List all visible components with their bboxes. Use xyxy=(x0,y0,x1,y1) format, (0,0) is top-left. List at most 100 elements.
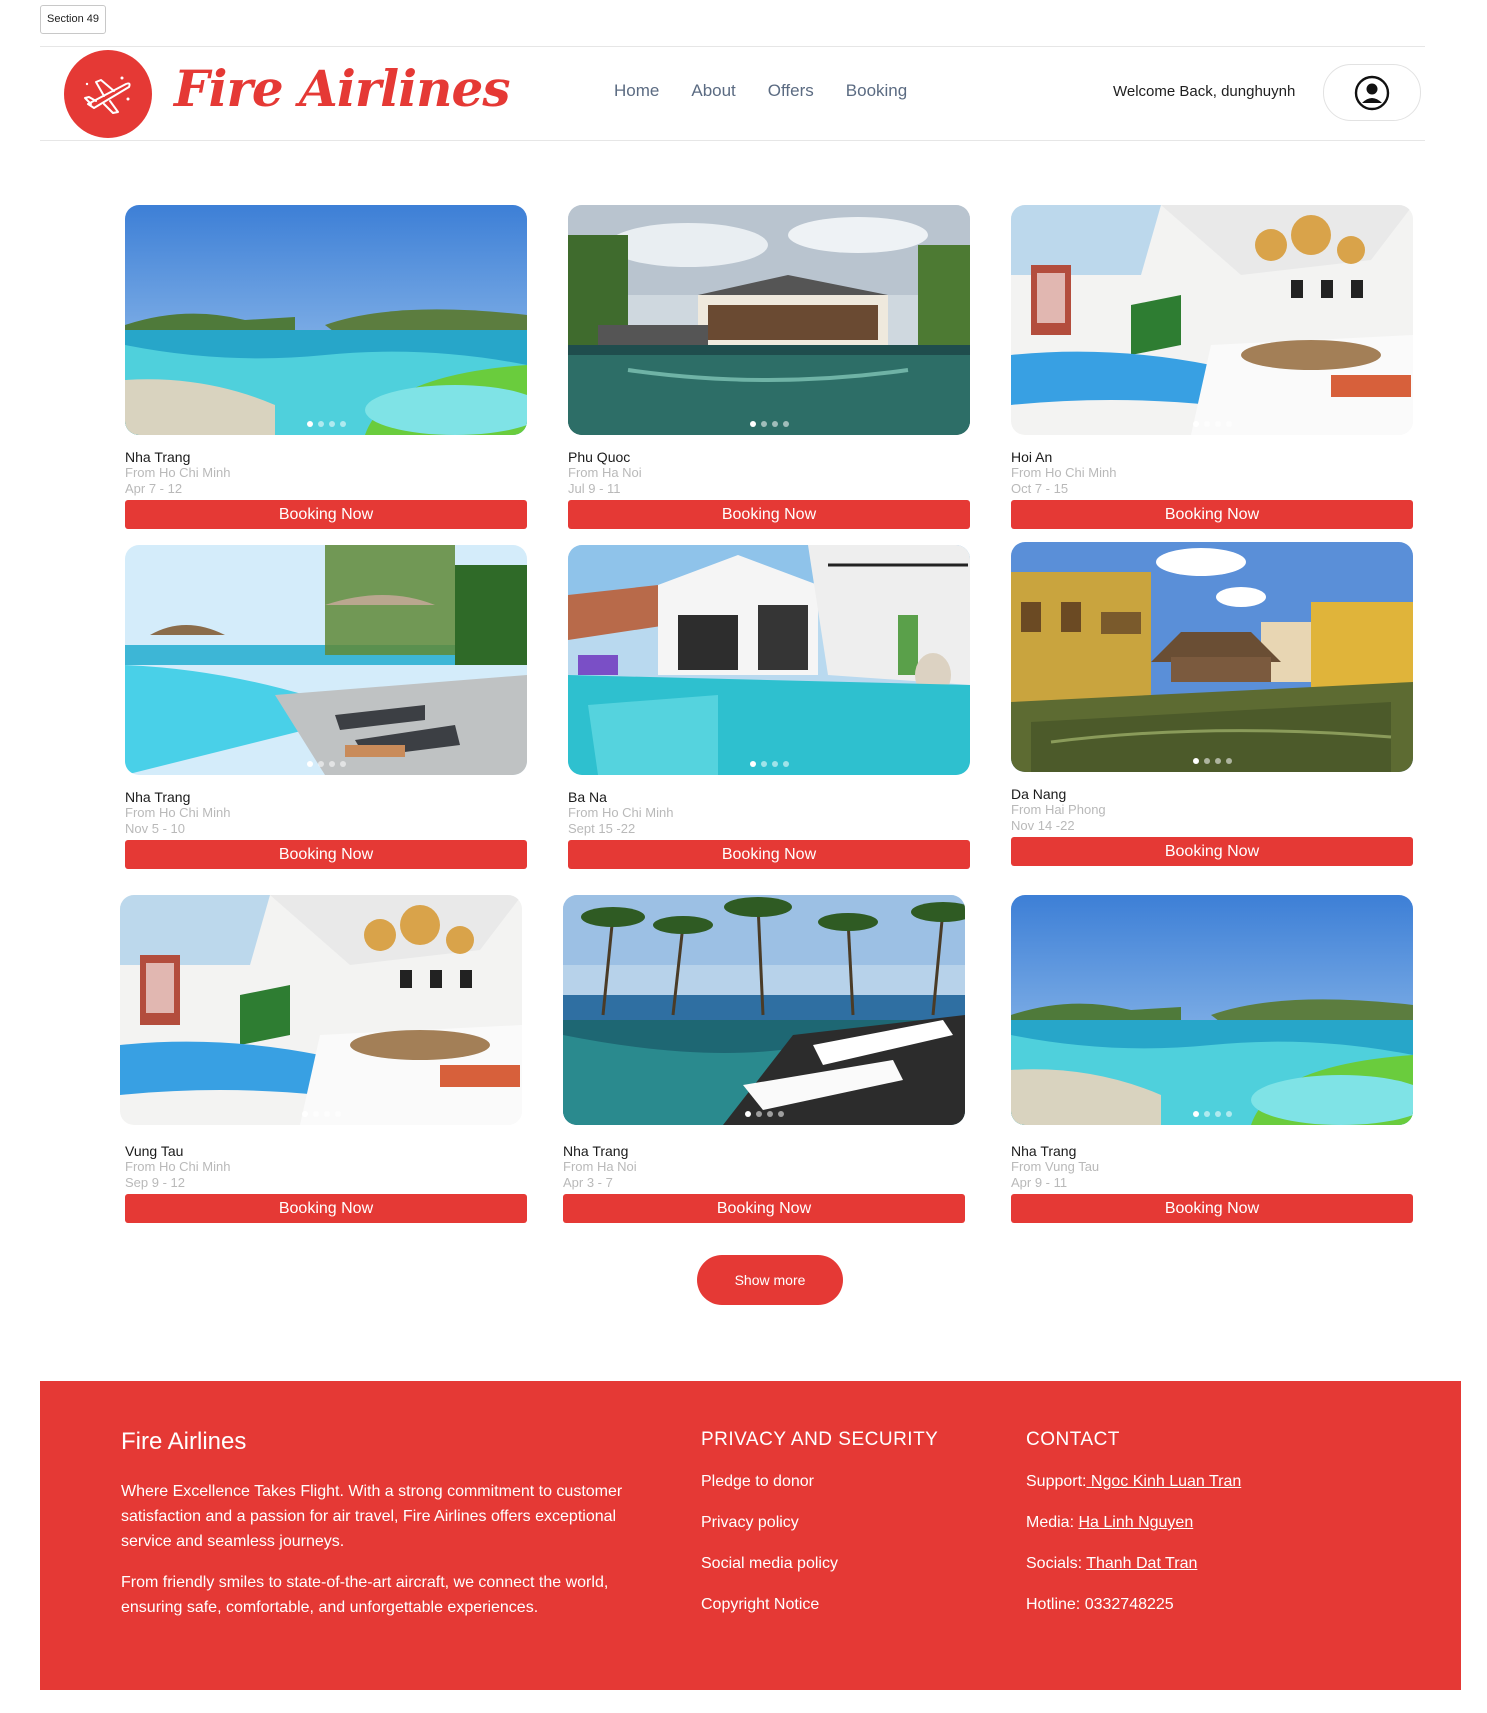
carousel-dot[interactable] xyxy=(1214,1111,1221,1117)
logo-plane-icon[interactable] xyxy=(64,50,152,138)
carousel-dot[interactable] xyxy=(766,1111,773,1117)
nav-offers[interactable]: Offers xyxy=(768,81,814,101)
welcome-text: Welcome Back, dunghuynh xyxy=(1113,83,1296,100)
destination-card: Nha Trang From Vung Tau Apr 9 - 11 Booki… xyxy=(1011,895,1413,1223)
contact-support: Support: Ngoc Kinh Luan Tran xyxy=(1026,1473,1241,1514)
destination-photo[interactable] xyxy=(1011,542,1413,772)
site-header: Fire Airlines Home About Offers Booking … xyxy=(40,46,1425,141)
carousel-dot[interactable] xyxy=(782,761,789,767)
contact-media-link[interactable]: Ha Linh Nguyen xyxy=(1078,1514,1193,1531)
footer-about-paragraph: Where Excellence Takes Flight. With a st… xyxy=(121,1483,623,1550)
travel-dates: Apr 7 - 12 xyxy=(125,481,183,496)
booking-now-button[interactable]: Booking Now xyxy=(568,500,970,529)
footer-title: Fire Airlines xyxy=(121,1428,247,1455)
travel-dates: Apr 9 - 11 xyxy=(1011,1175,1068,1190)
travel-dates: Jul 9 - 11 xyxy=(568,481,621,496)
carousel-dot[interactable] xyxy=(1225,758,1232,764)
carousel-dot[interactable] xyxy=(1203,1111,1210,1117)
carousel-dot[interactable] xyxy=(782,421,789,427)
brand-name[interactable]: Fire Airlines xyxy=(174,59,510,118)
destination-card: Hoi An From Ho Chi Minh Oct 7 - 15 Booki… xyxy=(1011,205,1413,529)
booking-now-button[interactable]: Booking Now xyxy=(563,1194,965,1223)
carousel-dots xyxy=(568,421,970,427)
show-more-button[interactable]: Show more xyxy=(697,1255,843,1305)
destination-photo[interactable] xyxy=(568,545,970,775)
carousel-dot[interactable] xyxy=(771,421,778,427)
contact-support-link[interactable]: Ngoc Kinh Luan Tran xyxy=(1086,1473,1241,1490)
carousel-dot[interactable] xyxy=(306,421,313,427)
destination-name: Vung Tau xyxy=(125,1143,184,1159)
link-social-media-policy[interactable]: Social media policy xyxy=(701,1555,938,1596)
carousel-dot[interactable] xyxy=(339,761,346,767)
carousel-dot[interactable] xyxy=(317,421,324,427)
carousel-dots xyxy=(125,421,527,427)
carousel-dot[interactable] xyxy=(744,1111,751,1117)
carousel-dot[interactable] xyxy=(1192,421,1199,427)
nav-booking[interactable]: Booking xyxy=(846,81,907,101)
carousel-dot[interactable] xyxy=(1192,758,1199,764)
destination-photo[interactable] xyxy=(568,205,970,435)
destination-photo[interactable] xyxy=(120,895,522,1125)
destination-photo[interactable] xyxy=(563,895,965,1125)
carousel-dot[interactable] xyxy=(760,421,767,427)
destination-photo[interactable] xyxy=(125,545,527,775)
departure-city: From Ha Noi xyxy=(563,1159,637,1174)
carousel-dot[interactable] xyxy=(301,1111,308,1117)
booking-now-button[interactable]: Booking Now xyxy=(125,500,527,529)
carousel-dot[interactable] xyxy=(1214,421,1221,427)
carousel-dot[interactable] xyxy=(771,761,778,767)
booking-now-button[interactable]: Booking Now xyxy=(1011,500,1413,529)
booking-now-button[interactable]: Booking Now xyxy=(125,840,527,869)
carousel-dot[interactable] xyxy=(306,761,313,767)
carousel-dot[interactable] xyxy=(749,761,756,767)
booking-now-button[interactable]: Booking Now xyxy=(1011,837,1413,866)
carousel-dots xyxy=(120,1111,522,1117)
carousel-dot[interactable] xyxy=(339,421,346,427)
carousel-dot[interactable] xyxy=(312,1111,319,1117)
destination-name: Da Nang xyxy=(1011,786,1067,802)
carousel-dot[interactable] xyxy=(760,761,767,767)
departure-city: From Ha Noi xyxy=(568,465,642,480)
carousel-dot[interactable] xyxy=(777,1111,784,1117)
carousel-dot[interactable] xyxy=(1214,758,1221,764)
link-pledge-to-donor[interactable]: Pledge to donor xyxy=(701,1473,938,1514)
travel-dates: Nov 5 - 10 xyxy=(125,821,185,836)
destination-photo[interactable] xyxy=(1011,205,1413,435)
carousel-dot[interactable] xyxy=(328,421,335,427)
privacy-heading: PRIVACY AND SECURITY xyxy=(701,1429,939,1450)
carousel-dots xyxy=(125,761,527,767)
link-privacy-policy[interactable]: Privacy policy xyxy=(701,1514,938,1555)
contact-socials-link[interactable]: Thanh Dat Tran xyxy=(1086,1555,1197,1572)
destination-photo[interactable] xyxy=(125,205,527,435)
footer-about: Where Excellence Takes Flight. With a st… xyxy=(121,1479,641,1636)
booking-now-button[interactable]: Booking Now xyxy=(125,1194,527,1223)
carousel-dots xyxy=(1011,421,1413,427)
destination-card: Nha Trang From Ho Chi Minh Nov 5 - 10 Bo… xyxy=(125,545,527,869)
booking-now-button[interactable]: Booking Now xyxy=(1011,1194,1413,1223)
carousel-dot[interactable] xyxy=(1192,1111,1199,1117)
nav-about[interactable]: About xyxy=(691,81,735,101)
destination-card: Ba Na From Ho Chi Minh Sept 15 -22 Booki… xyxy=(568,545,970,869)
link-copyright-notice[interactable]: Copyright Notice xyxy=(701,1596,938,1637)
site-footer: Fire Airlines Where Excellence Takes Fli… xyxy=(40,1381,1461,1690)
carousel-dot[interactable] xyxy=(1225,421,1232,427)
carousel-dot[interactable] xyxy=(328,761,335,767)
carousel-dot[interactable] xyxy=(755,1111,762,1117)
account-button[interactable] xyxy=(1323,64,1421,121)
carousel-dot[interactable] xyxy=(1203,758,1210,764)
carousel-dot[interactable] xyxy=(317,761,324,767)
travel-dates: Sep 9 - 12 xyxy=(125,1175,185,1190)
booking-now-button[interactable]: Booking Now xyxy=(568,840,970,869)
contact-media: Media: Ha Linh Nguyen xyxy=(1026,1514,1241,1555)
destination-name: Nha Trang xyxy=(563,1143,629,1159)
carousel-dots xyxy=(1011,1111,1413,1117)
carousel-dot[interactable] xyxy=(1203,421,1210,427)
carousel-dot[interactable] xyxy=(1225,1111,1232,1117)
carousel-dot[interactable] xyxy=(323,1111,330,1117)
destination-photo[interactable] xyxy=(1011,895,1413,1125)
carousel-dot[interactable] xyxy=(749,421,756,427)
nav-home[interactable]: Home xyxy=(614,81,659,101)
carousel-dot[interactable] xyxy=(334,1111,341,1117)
footer-about-paragraph: From friendly smiles to state-of-the-art… xyxy=(121,1574,609,1616)
departure-city: From Hai Phong xyxy=(1011,802,1106,817)
